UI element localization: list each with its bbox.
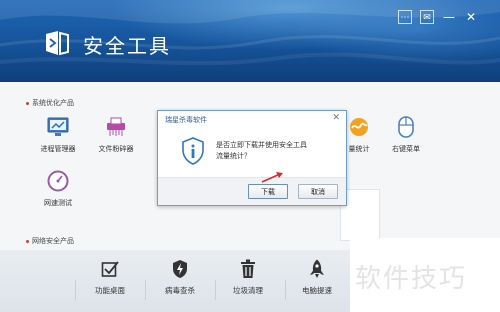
bottom-item-virus-scan[interactable]: 病毒查杀 xyxy=(145,258,215,296)
section-label: 网络安全产品 xyxy=(32,237,74,245)
app-window: 安全工具 ⋯ ✉ — ✕ 系统优化产品 进程管理器 文件粉碎器 网速测试 量统计… xyxy=(0,0,500,312)
bottom-label: 电脑提速 xyxy=(302,286,332,295)
dialog-close-button[interactable]: ✕ xyxy=(332,113,340,123)
section-system-optimization: 系统优化产品 xyxy=(26,98,74,108)
annotation-arrow-icon xyxy=(261,172,283,183)
app-logo-icon xyxy=(46,31,69,56)
bottom-label: 功能桌面 xyxy=(95,286,125,295)
download-confirm-dialog: 瑞星杀毒软件 ✕ 是否立即下载并使用安全工具 流量统计？ 下载 取消 xyxy=(157,110,347,206)
trash-icon xyxy=(237,258,259,280)
close-window-button[interactable]: ✕ xyxy=(464,10,478,24)
tool-label: 进程管理器 xyxy=(40,145,76,153)
info-icon xyxy=(182,137,204,165)
section-network-security: 网络安全产品 xyxy=(26,236,74,246)
message-icon[interactable]: ✉ xyxy=(420,10,434,24)
header-banner: 安全工具 ⋯ ✉ — ✕ xyxy=(0,0,500,82)
dialog-message-line1: 是否立即下载并使用安全工具 xyxy=(216,141,307,149)
shield-bolt-icon xyxy=(169,258,191,280)
dialog-message-line2: 流量统计？ xyxy=(216,152,251,160)
app-title: 安全工具 xyxy=(83,34,171,58)
bottom-item-desktop[interactable]: 功能桌面 xyxy=(75,258,145,296)
download-button[interactable]: 下载 xyxy=(248,184,288,199)
tool-label: 网速测试 xyxy=(44,199,72,207)
dialog-footer: 下载 取消 xyxy=(158,177,346,205)
bullet-dot xyxy=(26,239,29,243)
tool-file-shredder[interactable]: 文件粉碎器 xyxy=(86,114,146,154)
window-controls: ⋯ ✉ — ✕ xyxy=(398,10,478,24)
tool-label: 文件粉碎器 xyxy=(98,145,134,153)
dialog-message: 是否立即下载并使用安全工具 流量统计？ xyxy=(216,140,307,162)
section-label: 系统优化产品 xyxy=(32,99,74,107)
bottom-item-junk-clean[interactable]: 垃圾清理 xyxy=(213,258,283,296)
file-shredder-icon xyxy=(103,114,129,140)
traffic-stats-icon xyxy=(346,114,372,140)
tool-speed-test[interactable]: 网速测试 xyxy=(28,168,88,208)
menu-icon[interactable]: ⋯ xyxy=(398,10,412,24)
tool-right-click-menu[interactable]: 右键菜单 xyxy=(376,114,436,154)
minimize-button[interactable]: — xyxy=(442,10,456,24)
checkbox-icon xyxy=(99,258,121,280)
rocket-icon xyxy=(306,258,328,280)
watermark-text: 软件技巧 xyxy=(355,264,468,294)
bottom-item-speed-up[interactable]: 电脑提速 xyxy=(282,258,352,296)
bullet-dot xyxy=(26,101,29,105)
cancel-button[interactable]: 取消 xyxy=(298,184,338,199)
bottom-label: 垃圾清理 xyxy=(233,286,263,295)
process-manager-icon xyxy=(45,114,71,140)
bottom-label: 病毒查杀 xyxy=(165,286,195,295)
dialog-title: 瑞星杀毒软件 xyxy=(165,116,207,124)
mouse-icon xyxy=(393,114,419,140)
speed-test-icon xyxy=(45,168,71,194)
tool-label: 右键菜单 xyxy=(392,145,420,153)
tool-process-manager[interactable]: 进程管理器 xyxy=(28,114,88,154)
